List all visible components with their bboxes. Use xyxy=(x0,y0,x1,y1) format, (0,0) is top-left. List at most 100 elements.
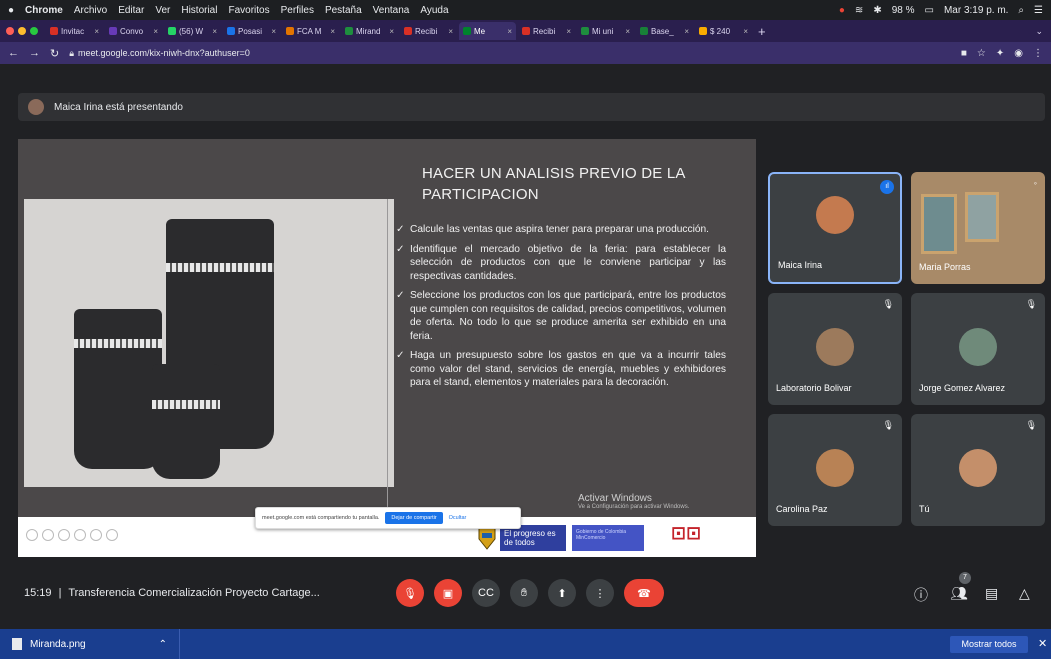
participant-name: Jorge Gomez Alvarez xyxy=(919,383,1006,393)
minimize-window-button[interactable] xyxy=(18,27,26,35)
menu-pestana[interactable]: Pestaña xyxy=(325,5,362,16)
tab-favicon-icon xyxy=(404,27,412,35)
meeting-info-icon[interactable]: ⓘ xyxy=(914,585,928,605)
tab-close-icon[interactable]: × xyxy=(743,27,748,36)
meeting-details: 15:19 | Transferencia Comercialización P… xyxy=(24,587,320,599)
zoom-icon[interactable] xyxy=(74,529,86,541)
tab-favicon-icon xyxy=(581,27,589,35)
present-screen-button[interactable]: ⬆ xyxy=(548,579,576,607)
menu-favoritos[interactable]: Favoritos xyxy=(228,5,269,16)
tab-favicon-icon xyxy=(168,27,176,35)
spotlight-icon[interactable]: ⌕ xyxy=(1018,5,1024,16)
browser-tab[interactable]: Invitac × xyxy=(46,22,103,40)
tab-close-icon[interactable]: × xyxy=(625,27,630,36)
browser-tab[interactable]: Convo × xyxy=(105,22,162,40)
participant-tile[interactable]: 🎙︎ Carolina Paz xyxy=(768,414,902,526)
participant-tile[interactable]: ◦ Maria Porras xyxy=(911,172,1045,284)
tab-favicon-icon xyxy=(109,27,117,35)
menu-historial[interactable]: Historial xyxy=(181,5,217,16)
tab-close-icon[interactable]: × xyxy=(448,27,453,36)
activate-title: Activar Windows xyxy=(578,493,652,504)
extensions-icon[interactable]: ✦ xyxy=(996,48,1004,59)
mincomercio-logo: Gobierno de Colombia MinComercio xyxy=(572,525,644,551)
captions-button[interactable]: CC xyxy=(472,579,500,607)
participant-tile[interactable]: 🎙︎ Laboratorio Bolivar xyxy=(768,293,902,405)
menu-ventana[interactable]: Ventana xyxy=(373,5,410,16)
slides-grid-icon[interactable] xyxy=(90,529,102,541)
camera-status-icon[interactable]: ■ xyxy=(961,48,967,59)
mic-off-button[interactable]: 🎙︎ xyxy=(396,579,424,607)
next-slide-icon[interactable] xyxy=(42,529,54,541)
clock[interactable]: Mar 3:19 p. m. xyxy=(944,5,1008,16)
tab-close-icon[interactable]: × xyxy=(94,27,99,36)
bookmark-star-icon[interactable]: ☆ xyxy=(977,48,986,59)
participant-tile[interactable]: 🎙︎ Tú xyxy=(911,414,1045,526)
pen-icon[interactable] xyxy=(58,529,70,541)
chat-icon[interactable]: ▤ xyxy=(985,585,998,602)
chevron-up-icon[interactable]: ⌃ xyxy=(159,639,167,650)
battery-icon[interactable]: ▭ xyxy=(925,5,934,16)
browser-tab[interactable]: Base_ × xyxy=(636,22,693,40)
more-menu-icon[interactable]: ⋮ xyxy=(1033,48,1043,59)
more-options-button[interactable]: ⋮ xyxy=(586,579,614,607)
people-icon[interactable]: 👥︎ xyxy=(950,585,968,602)
browser-tab[interactable]: Mi uni × xyxy=(577,22,634,40)
download-item[interactable]: Miranda.png ⌃ xyxy=(0,629,180,659)
tab-close-icon[interactable]: × xyxy=(153,27,158,36)
close-window-button[interactable] xyxy=(6,27,14,35)
menu-ayuda[interactable]: Ayuda xyxy=(420,5,448,16)
browser-tab[interactable]: Me × xyxy=(459,22,516,40)
forward-icon[interactable]: → xyxy=(29,47,40,60)
control-center-icon[interactable]: ☰ xyxy=(1034,5,1043,16)
tab-close-icon[interactable]: × xyxy=(330,27,335,36)
menu-editar[interactable]: Editar xyxy=(118,5,144,16)
show-all-button[interactable]: Mostrar todos xyxy=(950,636,1028,653)
participant-tile[interactable]: ıl Maica Irina xyxy=(768,172,902,284)
browser-tab[interactable]: $ 240 × xyxy=(695,22,752,40)
tab-label: Mirand xyxy=(356,26,381,36)
battery-level[interactable]: 98 % xyxy=(892,5,915,16)
prev-slide-icon[interactable] xyxy=(26,529,38,541)
browser-tab[interactable]: Mirand × xyxy=(341,22,398,40)
browser-tab[interactable]: Recibi × xyxy=(400,22,457,40)
more-options-icon[interactable] xyxy=(106,529,118,541)
browser-tab[interactable]: Recibi × xyxy=(518,22,575,40)
participant-name: Maica Irina xyxy=(778,260,823,270)
raise-hand-button[interactable]: ✋︎ xyxy=(510,579,538,607)
activities-icon[interactable]: △ xyxy=(1019,585,1030,602)
apple-icon[interactable]: ● xyxy=(8,5,14,16)
tab-search-icon[interactable]: ⌄ xyxy=(1035,26,1043,37)
participant-tile[interactable]: 🎙︎ Jorge Gomez Alvarez xyxy=(911,293,1045,405)
browser-tab[interactable]: Posasi × xyxy=(223,22,280,40)
extension-icon[interactable]: ● xyxy=(839,5,845,16)
tab-close-icon[interactable]: × xyxy=(507,27,512,36)
menu-app-name[interactable]: Chrome xyxy=(25,5,63,16)
browser-tab[interactable]: (56) W × xyxy=(164,22,221,40)
menu-ver[interactable]: Ver xyxy=(155,5,170,16)
tab-close-icon[interactable]: × xyxy=(271,27,276,36)
menu-archivo[interactable]: Archivo xyxy=(74,5,107,16)
wifi-icon[interactable]: ≋ xyxy=(855,5,863,16)
share-notice-text: meet.google.com está compartiendo tu pan… xyxy=(262,515,380,521)
tab-close-icon[interactable]: × xyxy=(566,27,571,36)
tab-close-icon[interactable]: × xyxy=(212,27,217,36)
more-icon[interactable]: ◦ xyxy=(1034,178,1037,188)
camera-scene xyxy=(921,194,957,254)
profile-avatar[interactable]: ◉ xyxy=(1014,48,1023,59)
leave-call-button[interactable]: ☎︎ xyxy=(624,579,664,607)
stop-sharing-button[interactable]: Dejar de compartir xyxy=(385,512,443,524)
browser-tab[interactable]: FCA M × xyxy=(282,22,339,40)
address-bar-row: ← → ↻ 🔒︎ meet.google.com/kix-niwh-dnx?au… xyxy=(0,42,1051,64)
reload-icon[interactable]: ↻ xyxy=(50,47,59,60)
tab-close-icon[interactable]: × xyxy=(389,27,394,36)
url-field[interactable]: 🔒︎ meet.google.com/kix-niwh-dnx?authuser… xyxy=(69,48,250,59)
tab-close-icon[interactable]: × xyxy=(684,27,689,36)
hide-notice-button[interactable]: Ocultar xyxy=(449,515,467,521)
menu-perfiles[interactable]: Perfiles xyxy=(281,5,314,16)
new-tab-button[interactable]: + xyxy=(758,24,766,39)
bluetooth-icon[interactable]: ✱ xyxy=(873,5,881,16)
camera-off-button[interactable]: ▣ xyxy=(434,579,462,607)
close-download-bar-icon[interactable]: ✕ xyxy=(1038,637,1047,650)
zoom-window-button[interactable] xyxy=(30,27,38,35)
back-icon[interactable]: ← xyxy=(8,47,19,60)
